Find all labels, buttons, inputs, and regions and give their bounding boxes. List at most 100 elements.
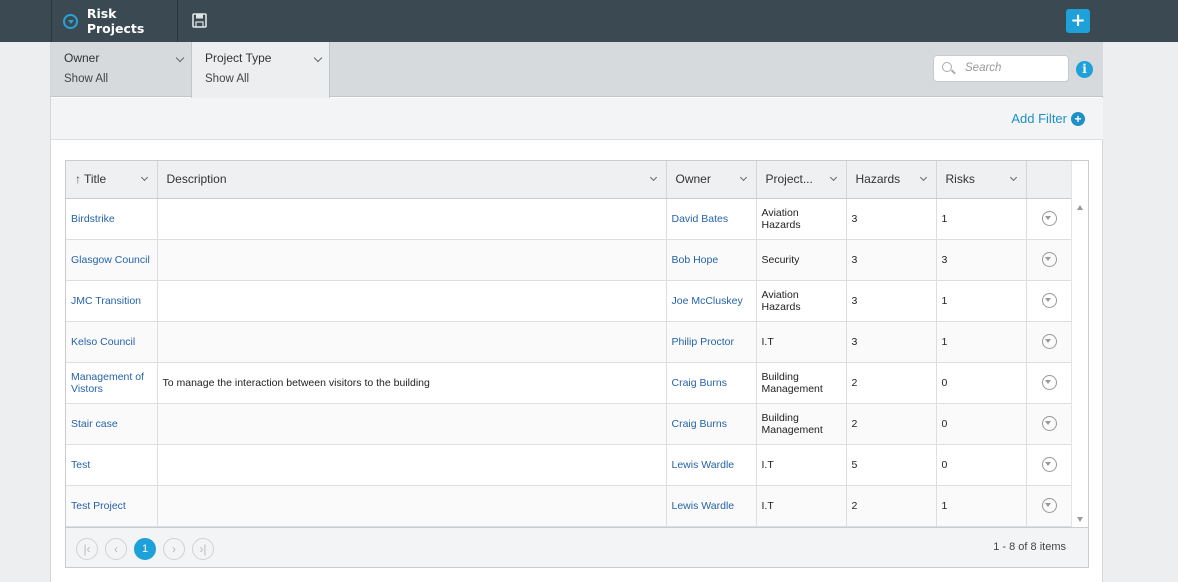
top-bar: Risk Projects + xyxy=(0,0,1178,42)
column-header-owner[interactable]: Owner xyxy=(666,161,757,199)
row-menu-icon[interactable] xyxy=(1041,293,1057,308)
row-owner[interactable]: Bob Hope xyxy=(666,239,757,281)
row-menu-icon[interactable] xyxy=(1041,252,1057,267)
row-project-type: Aviation Hazards xyxy=(756,280,847,322)
next-page-button[interactable]: › xyxy=(163,538,185,560)
row-title[interactable]: Test xyxy=(66,444,158,486)
chevron-down-icon[interactable] xyxy=(739,173,747,182)
current-page-button[interactable]: 1 xyxy=(134,538,156,560)
row-risks: 3 xyxy=(936,239,1027,281)
column-risks-label: Risks xyxy=(945,172,975,187)
pager-info: 1 - 8 of 8 items xyxy=(993,541,1066,553)
info-icon[interactable]: i xyxy=(1076,61,1093,78)
save-icon[interactable] xyxy=(192,13,207,28)
row-owner[interactable]: Craig Burns xyxy=(666,362,757,404)
projects-table: ↑ Title Description Owner Project... Haza… xyxy=(66,161,1073,527)
row-actions xyxy=(1026,280,1072,322)
chevron-down-icon[interactable] xyxy=(829,173,837,182)
row-project-type: Aviation Hazards xyxy=(756,198,847,240)
row-actions xyxy=(1026,321,1072,363)
row-title[interactable]: Glasgow Council xyxy=(66,239,158,281)
row-menu-icon[interactable] xyxy=(1041,498,1057,513)
vertical-scrollbar[interactable] xyxy=(1071,161,1088,527)
chevron-down-icon[interactable] xyxy=(140,173,148,182)
row-risks: 1 xyxy=(936,485,1027,527)
row-risks: 0 xyxy=(936,403,1027,445)
row-hazards: 2 xyxy=(846,403,937,445)
row-actions xyxy=(1026,485,1072,527)
row-title[interactable]: Stair case xyxy=(66,403,158,445)
scroll-down-icon[interactable] xyxy=(1077,517,1083,522)
row-menu-icon[interactable] xyxy=(1041,416,1057,431)
column-title-label: Title xyxy=(84,172,107,187)
row-owner[interactable]: Philip Proctor xyxy=(666,321,757,363)
column-header-project-type[interactable]: Project... xyxy=(756,161,847,199)
chevron-down-icon[interactable] xyxy=(649,173,657,182)
row-risks: 1 xyxy=(936,280,1027,322)
row-description xyxy=(157,239,667,281)
toolbar: Add Filter + xyxy=(51,98,1103,140)
row-actions xyxy=(1026,403,1072,445)
column-hazards-label: Hazards xyxy=(855,172,901,187)
last-page-button[interactable]: ›| xyxy=(192,538,214,560)
row-hazards: 3 xyxy=(846,198,937,240)
row-risks: 0 xyxy=(936,362,1027,404)
row-owner[interactable]: Joe McCluskey xyxy=(666,280,757,322)
chevron-down-icon[interactable] xyxy=(919,173,927,182)
row-menu-icon[interactable] xyxy=(1041,375,1057,390)
filter-owner[interactable]: Owner Show All xyxy=(51,42,191,97)
row-menu-icon[interactable] xyxy=(1041,457,1057,472)
row-project-type: Security xyxy=(756,239,847,281)
table-row[interactable]: Test Lewis Wardle I.T 5 0 xyxy=(66,444,1072,486)
column-header-hazards[interactable]: Hazards xyxy=(846,161,937,199)
row-owner[interactable]: Craig Burns xyxy=(666,403,757,445)
row-project-type: I.T xyxy=(756,321,847,363)
table-row[interactable]: Birdstrike David Bates Aviation Hazards … xyxy=(66,198,1072,240)
column-description-label: Description xyxy=(166,172,227,187)
row-title[interactable]: Kelso Council xyxy=(66,321,158,363)
row-title[interactable]: Birdstrike xyxy=(66,198,158,240)
first-page-button[interactable]: |‹ xyxy=(76,538,98,560)
search-placeholder: Search xyxy=(965,62,1002,74)
pager: |‹ ‹ 1 › ›| 1 - 8 of 8 items xyxy=(66,527,1088,567)
column-owner-label: Owner xyxy=(675,172,711,187)
table-row[interactable]: Test Project Lewis Wardle I.T 2 1 xyxy=(66,485,1072,527)
row-owner[interactable]: David Bates xyxy=(666,198,757,240)
row-title[interactable]: JMC Transition xyxy=(66,280,158,322)
plus-circle-icon: + xyxy=(1071,111,1085,126)
scroll-up-icon[interactable] xyxy=(1077,205,1083,210)
chevron-down-icon[interactable] xyxy=(1009,173,1017,182)
add-project-button[interactable]: + xyxy=(1066,9,1090,33)
row-title[interactable]: Test Project xyxy=(66,485,158,527)
table-row[interactable]: Kelso Council Philip Proctor I.T 3 1 xyxy=(66,321,1072,363)
row-menu-icon[interactable] xyxy=(1041,334,1057,349)
table-row[interactable]: Management of Vistors To manage the inte… xyxy=(66,362,1072,404)
row-description xyxy=(157,280,667,322)
row-title[interactable]: Management of Vistors xyxy=(66,362,158,404)
table-row[interactable]: Glasgow Council Bob Hope Security 3 3 xyxy=(66,239,1072,281)
search-input[interactable]: Search xyxy=(933,55,1069,82)
filter-project-type[interactable]: Project Type Show All xyxy=(191,42,330,98)
page-title: Risk Projects xyxy=(86,6,145,36)
row-description xyxy=(157,403,667,445)
row-hazards: 3 xyxy=(846,280,937,322)
row-project-type: Building Management xyxy=(756,362,847,404)
column-header-description[interactable]: Description xyxy=(157,161,667,199)
title-tab[interactable]: Risk Projects xyxy=(51,0,178,42)
prev-page-button[interactable]: ‹ xyxy=(105,538,127,560)
filter-type-value: Show All xyxy=(205,73,250,85)
row-owner[interactable]: Lewis Wardle xyxy=(666,485,757,527)
row-hazards: 3 xyxy=(846,239,937,281)
row-menu-icon[interactable] xyxy=(1041,211,1057,226)
dropdown-circle-icon[interactable] xyxy=(63,13,78,29)
table-row[interactable]: Stair case Craig Burns Building Manageme… xyxy=(66,403,1072,445)
filter-bar: Owner Show All Project Type Show All Sea… xyxy=(51,42,1103,98)
row-description xyxy=(157,485,667,527)
row-hazards: 5 xyxy=(846,444,937,486)
table-row[interactable]: JMC Transition Joe McCluskey Aviation Ha… xyxy=(66,280,1072,322)
column-header-title[interactable]: ↑ Title xyxy=(66,161,158,199)
column-header-risks[interactable]: Risks xyxy=(936,161,1027,199)
row-hazards: 2 xyxy=(846,485,937,527)
add-filter-button[interactable]: Add Filter + xyxy=(1011,111,1085,126)
row-owner[interactable]: Lewis Wardle xyxy=(666,444,757,486)
